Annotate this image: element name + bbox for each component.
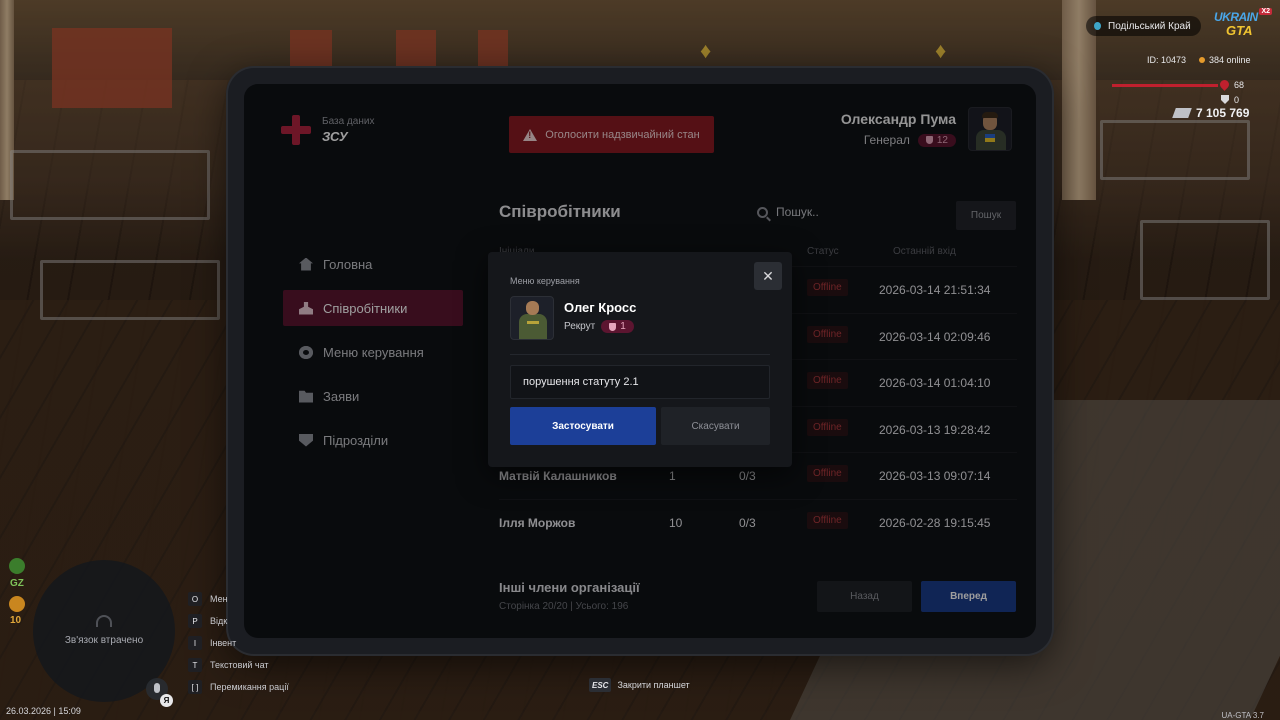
member-rank-badge: 1 <box>601 320 634 333</box>
close-button[interactable]: ✕ <box>754 262 782 290</box>
divider <box>510 354 770 355</box>
apply-button[interactable]: Застосувати <box>510 407 656 445</box>
key-label: [ ] <box>188 680 202 694</box>
key-action: Перемикання рації <box>210 682 289 692</box>
online-icon <box>1199 57 1205 63</box>
control-menu-modal: Меню керування ✕ Олег Кросс Рекрут 1 Зас… <box>488 252 792 467</box>
rank-shield-icon <box>609 322 617 331</box>
logo-text-top: UKRAIN <box>1214 10 1258 24</box>
key-action: Інвент <box>210 638 237 648</box>
key-action: Мен <box>210 594 228 604</box>
datetime: 26.03.2026 | 15:09 <box>6 706 81 716</box>
member-rank-row: Рекрут 1 <box>564 320 634 333</box>
member-avatar <box>510 296 554 340</box>
cancel-button[interactable]: Скасувати <box>661 407 770 445</box>
reason-input[interactable] <box>510 365 770 399</box>
close-tablet-label: Закрити планшет <box>617 680 690 690</box>
key-action: Текстовий чат <box>210 660 269 670</box>
logo-badge: X2 <box>1259 8 1272 15</box>
key-label: I <box>188 636 202 650</box>
online-count: 384 online <box>1199 55 1251 65</box>
online-count-text: 384 online <box>1209 55 1251 65</box>
close-tablet-hint: ESC Закрити планшет <box>589 678 690 692</box>
key-label: O <box>188 592 202 606</box>
shield-status-icon <box>9 558 25 574</box>
health-bar <box>1112 84 1218 87</box>
game-version: UA-GTA 3.7 <box>1221 711 1264 720</box>
player-id: ID: 10473 <box>1147 55 1187 65</box>
modal-title: Меню керування <box>510 276 580 286</box>
key-action: Відк <box>210 616 228 626</box>
key-hints: O Мен P Відк I Інвент T Текстовий чат [ … <box>188 588 289 698</box>
hunger-icon <box>9 596 25 612</box>
key-hint: P Відк <box>188 610 289 632</box>
server-badge: Подільський Край <box>1086 16 1201 36</box>
member-rank: Рекрут <box>564 321 596 332</box>
game-logo: UKRAIN GTA X2 <box>1214 8 1272 42</box>
key-hint: I Інвент <box>188 632 289 654</box>
voice-badge: Я <box>160 694 173 707</box>
health-value: 68 <box>1234 80 1245 90</box>
esc-key: ESC <box>589 678 612 692</box>
armor-value: 0 <box>1234 95 1240 105</box>
key-hint: [ ] Перемикання рації <box>188 676 289 698</box>
key-label: T <box>188 658 202 672</box>
hunger-value: 10 <box>10 615 22 626</box>
money-value: 7 105 769 <box>1196 106 1250 120</box>
key-label: P <box>188 614 202 628</box>
member-name: Олег Кросс <box>564 300 637 315</box>
key-hint: T Текстовий чат <box>188 654 289 676</box>
minimap-status: Зв'язок втрачено <box>64 635 144 646</box>
member-rank-level: 1 <box>620 321 626 332</box>
no-signal-icon <box>96 615 112 627</box>
key-hint: O Мен <box>188 588 289 610</box>
close-icon: ✕ <box>762 267 774 284</box>
gz-label: GZ <box>10 578 24 589</box>
logo-text-bottom: GTA <box>1226 23 1253 38</box>
